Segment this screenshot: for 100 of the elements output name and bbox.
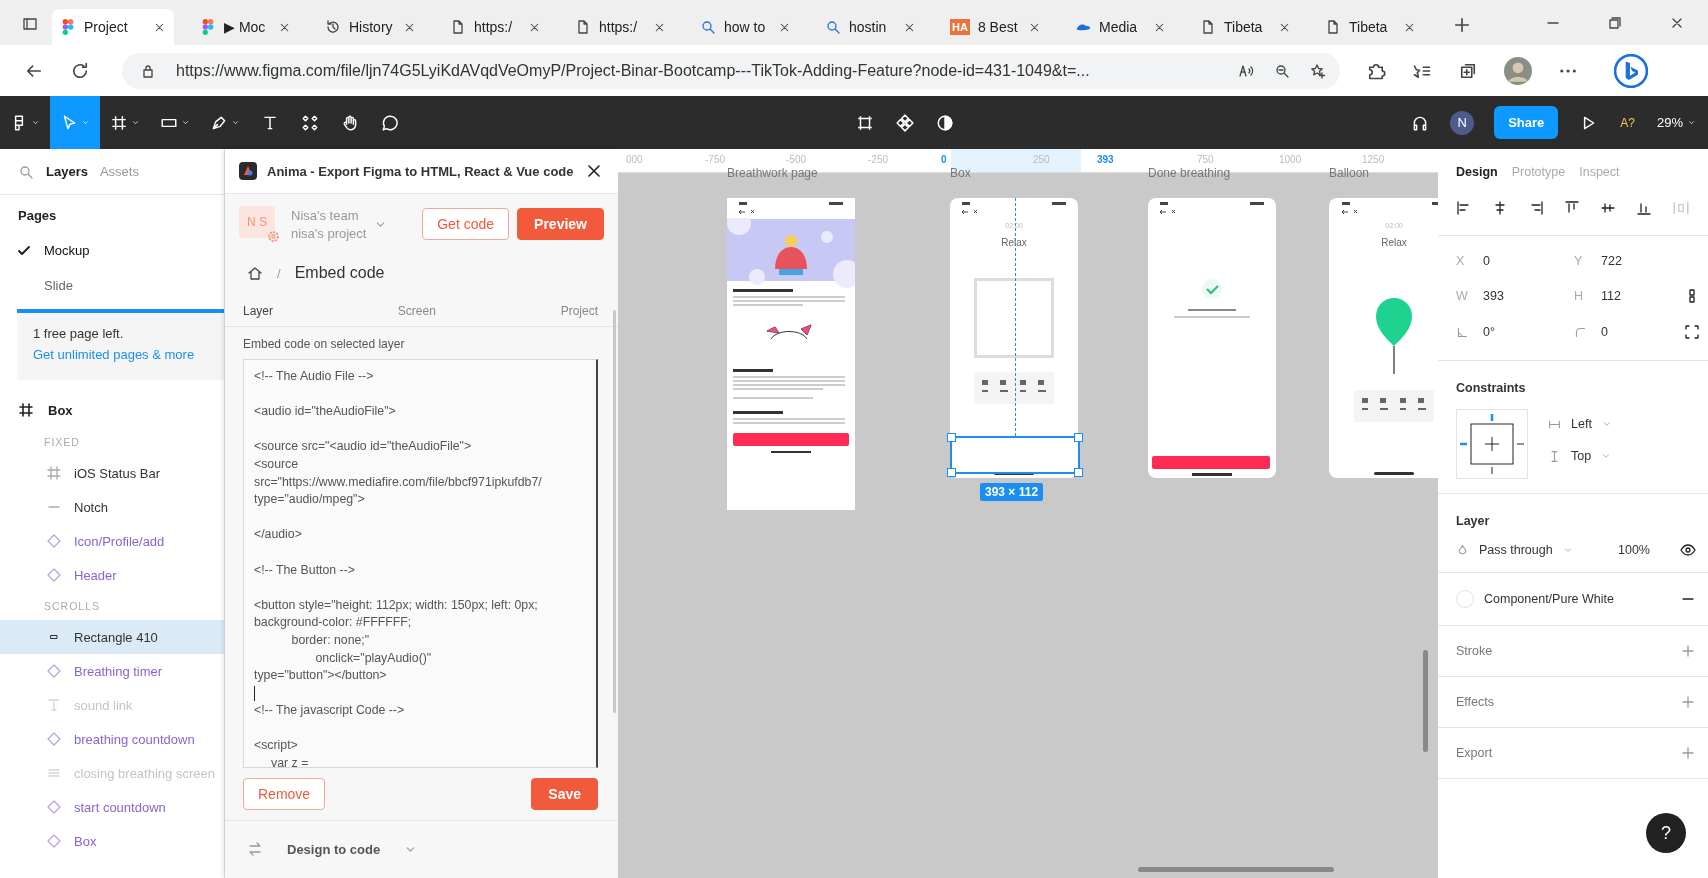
layer-item[interactable]: breathing countdown [0,722,224,756]
layer-item[interactable]: Notch [0,490,224,524]
scrollbar[interactable] [1138,867,1334,872]
chevron-down-icon [1601,451,1612,461]
search-icon[interactable] [18,163,34,180]
browser-tab[interactable]: ▶ Moc [192,9,299,45]
browser-tab[interactable]: History [317,9,424,45]
property-value[interactable]: 112 [1601,289,1621,303]
section-title: Effects [1456,695,1494,709]
vertical-constraint-dropdown[interactable]: Top [1548,449,1612,463]
code-line: type="button"></button> [254,668,387,683]
ruler-label: -250 [868,154,888,165]
browser-tab[interactable]: HA 8 Best [942,9,1049,45]
layer-item[interactable]: Rectangle 410 [0,620,224,654]
add-favorite-icon[interactable] [1310,62,1326,79]
restore-icon[interactable] [1607,15,1623,31]
layer-item[interactable]: start countdown [0,790,224,824]
browser-tab[interactable]: Tibeta [1192,9,1299,45]
hash-icon [110,113,128,132]
code-line: <script> [254,738,298,753]
property-value[interactable]: 393 [1483,289,1504,303]
corners-icon[interactable] [1684,324,1700,340]
layer-item[interactable]: Icon/Profile/add [0,524,224,558]
browser-tab[interactable]: Media [1067,9,1174,45]
section-title: Constraints [1456,381,1527,395]
reload-icon[interactable] [70,60,90,81]
browser-tab[interactable]: how to [692,9,799,45]
text-cursor [254,685,255,701]
page-item[interactable]: Mockup [0,233,224,268]
eye-icon[interactable] [1680,542,1696,558]
project-name: nisa's project [291,225,367,241]
doc-icon [575,19,591,35]
scrollbar[interactable] [1423,650,1428,752]
layer-item[interactable]: Header [0,558,224,592]
hash-icon [46,465,62,481]
browser-tab[interactable]: Tibeta [1317,9,1424,45]
hand-icon[interactable] [341,113,359,132]
zoom-out-icon[interactable] [1274,62,1290,79]
fill-style[interactable]: Component/Pure White [1484,592,1614,606]
layer-item[interactable]: iOS Status Bar [0,456,224,490]
selection-box[interactable] [950,436,1080,474]
ruler-label: 1250 [1362,154,1385,165]
component-icon[interactable] [896,113,915,132]
doc-icon [1200,19,1216,35]
color-swatch[interactable] [1456,590,1474,608]
tab-actions-icon[interactable] [22,16,38,32]
layer-item[interactable]: Breathing timer [0,654,224,688]
radius-icon [1574,325,1587,339]
zoom-menu[interactable]: 29% [1657,115,1696,130]
missing-fonts-button[interactable]: A? [1620,115,1635,130]
scrollbar[interactable] [613,310,616,713]
property-value[interactable]: 722 [1601,254,1622,268]
code-line: <!-- The Audio File --> [254,369,374,383]
gear-icon [268,231,279,242]
team-name: Nisa's team [291,207,360,223]
code-line: type="audio/mpeg"> [254,492,365,507]
new-tab-icon[interactable] [1452,15,1472,35]
opacity-value[interactable]: 100% [1618,543,1650,557]
ruler-label: 393 [1097,154,1114,165]
comment-icon[interactable] [381,113,399,132]
browser-tab[interactable]: https:/ [567,9,674,45]
transform-icon[interactable] [856,113,875,132]
blend-mode-dropdown[interactable]: Pass through [1456,543,1573,557]
scope-tab[interactable]: Layer [243,304,274,318]
code-line: var z = [270,756,309,767]
constraint-widget-drawing[interactable] [1456,409,1528,479]
contrast-icon[interactable] [936,113,955,132]
pages-heading: Pages [17,207,58,225]
line-icon [46,505,62,509]
layer-item[interactable]: Box [0,380,224,428]
address-field[interactable]: https://www.figma.com/file/ljn74G5LyiKdAVqdVeOmyP/Project-Binar-Bootcamp---TikTok-Adding-Feature?node-id=431-1049&t=... [122,52,1340,89]
property-value[interactable]: 0 [1483,254,1490,268]
code-line: <source [254,456,299,471]
figma-logo-icon [200,19,216,35]
browser-tab[interactable]: https:/ [442,9,549,45]
panel-tab[interactable]: Design [1456,165,1498,179]
horizontal-constraint-dropdown[interactable]: Left [1548,417,1612,431]
section-title: Layer [1456,514,1491,528]
plugin-logo-icon [239,162,257,180]
code-field[interactable] [243,359,598,768]
property-value[interactable]: 0° [1483,325,1495,339]
field-label: Embed code on selected layer [242,336,406,353]
browser-tab[interactable]: hostin [817,9,924,45]
home-icon[interactable] [247,265,263,281]
page-item[interactable]: Slide [0,268,224,303]
user-avatar[interactable]: N [1450,110,1475,135]
code-line: onclick="playAudio()" [314,650,432,665]
layer-item[interactable]: Box [0,824,224,858]
diamond-icon [46,799,62,815]
components-icon[interactable] [301,113,319,132]
bing-icon[interactable] [1614,53,1648,88]
ruler-label: 250 [1033,154,1050,165]
browser-tab[interactable]: Project [52,9,174,45]
help-button[interactable]: ? [1646,813,1686,853]
figma-logo-icon [60,19,76,35]
profile-avatar[interactable] [1504,56,1532,85]
code-line: <button style="height: 112px; width: 150px; left: 0px; [254,597,538,612]
ruler-label: 1000 [1279,154,1302,165]
property-value[interactable]: 0 [1601,325,1608,339]
panel-tab[interactable]: Layers [46,164,88,179]
